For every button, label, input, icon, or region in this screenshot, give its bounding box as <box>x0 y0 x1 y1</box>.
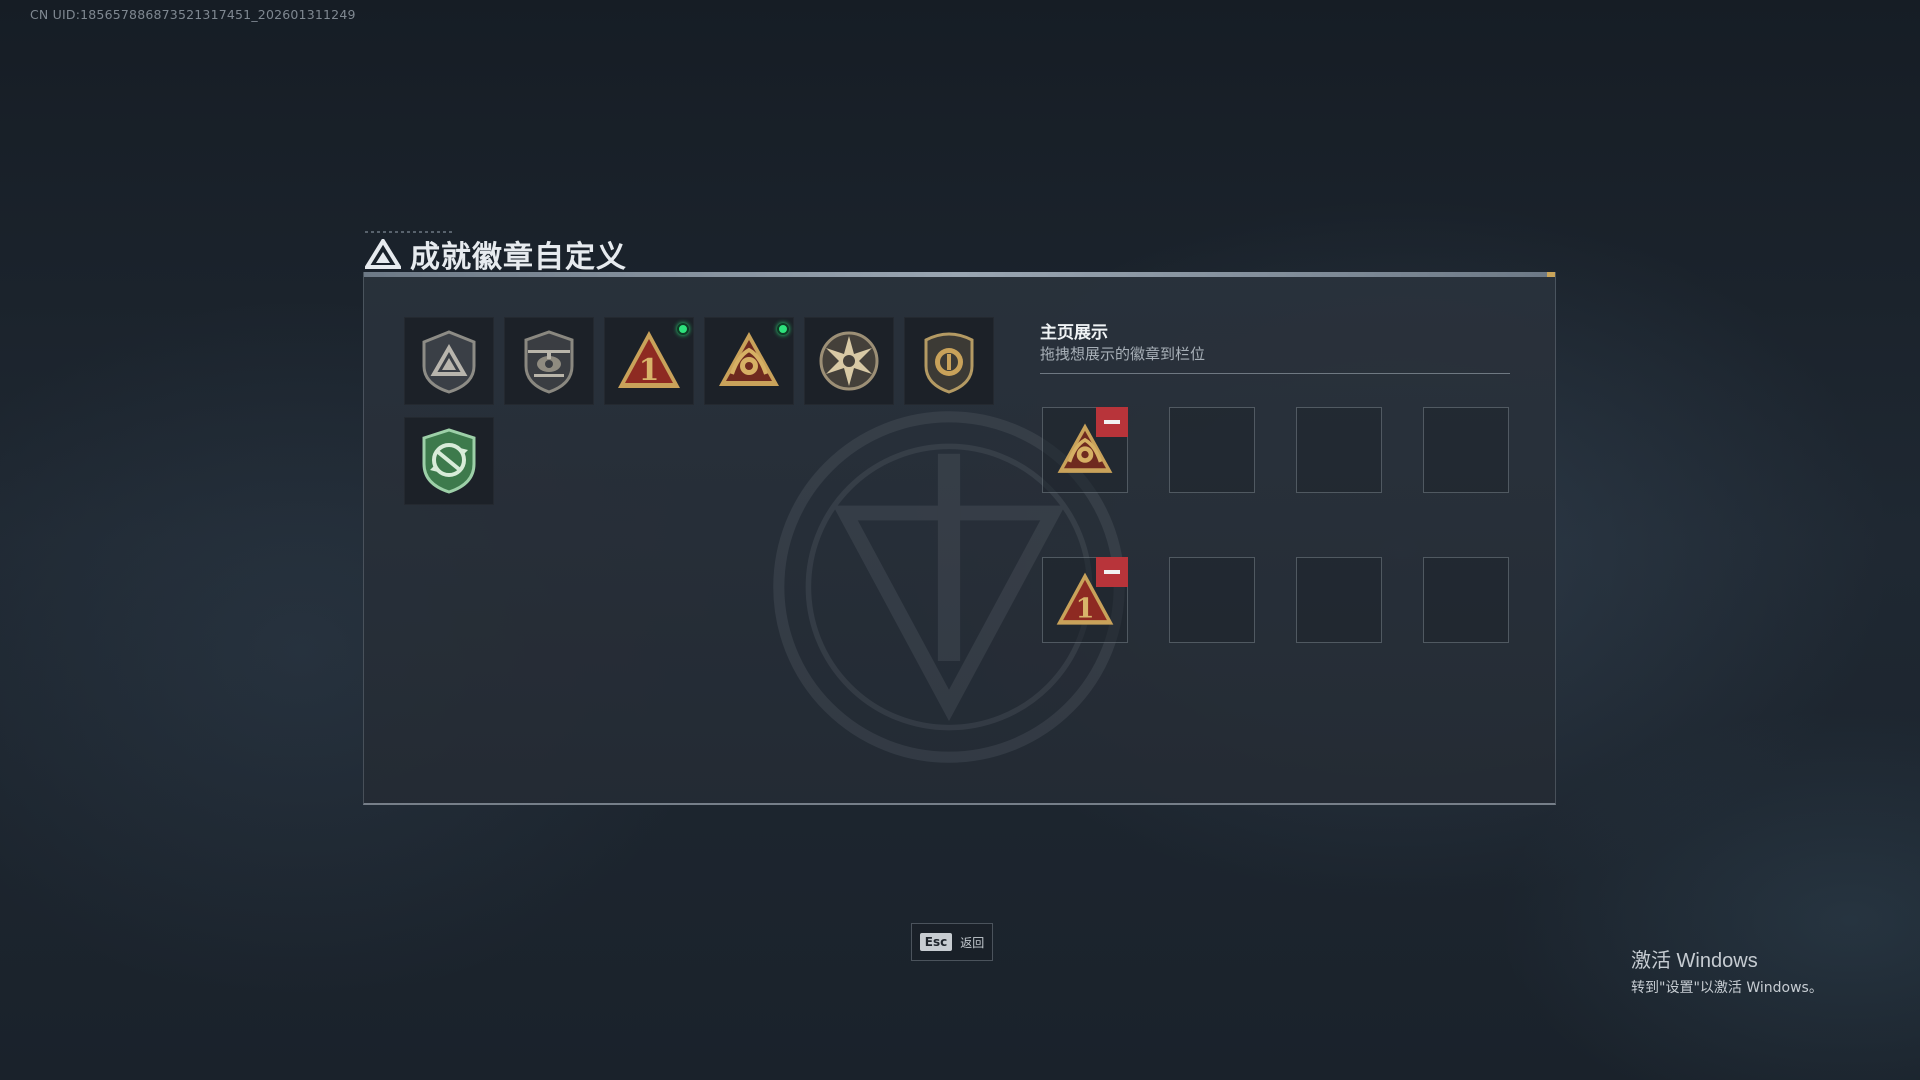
remove-badge-button[interactable] <box>1096 407 1128 437</box>
badge-tile-6[interactable] <box>904 317 994 405</box>
windows-activation-title: 激活 Windows <box>1631 950 1758 972</box>
page-title: 成就徽章自定义 <box>410 240 627 275</box>
badge-tile-2[interactable] <box>504 317 594 405</box>
crest-shield-badge-icon <box>924 332 974 394</box>
showcase-title: 主页展示 <box>1040 323 1108 343</box>
svg-text:1: 1 <box>1075 592 1094 624</box>
showcase-slot-1-4[interactable] <box>1423 407 1509 493</box>
uid-text: CN UID:185657886873521317451_20260131124… <box>30 7 356 22</box>
panel-top-bar <box>364 272 1555 277</box>
badge-panel: 1 主页展示 拖拽想展示的徽章到栏位 1 <box>363 272 1556 805</box>
badge-tile-1[interactable] <box>404 317 494 405</box>
page-title-bar: 成就徽章自定义 <box>365 231 627 276</box>
helicopter-badge-icon <box>524 330 574 394</box>
svg-text:1: 1 <box>639 353 660 388</box>
laurel-triangle-badge-icon <box>719 332 779 386</box>
showcase-slot-2-3[interactable] <box>1296 557 1382 643</box>
new-indicator-dot <box>777 323 789 335</box>
green-recycle-shield-badge-icon <box>422 428 476 494</box>
showcase-slot-1-3[interactable] <box>1296 407 1382 493</box>
number-one-triangle-badge-icon: 1 <box>618 331 680 388</box>
esc-back-button[interactable]: Esc 返回 <box>911 923 993 961</box>
esc-key-icon: Esc <box>919 933 953 951</box>
triangle-logo-icon <box>365 239 401 269</box>
title-decoration <box>365 231 455 233</box>
badge-tile-3[interactable]: 1 <box>604 317 694 405</box>
badge-tile-5[interactable] <box>804 317 894 405</box>
showcase-divider <box>1040 373 1510 374</box>
new-indicator-dot <box>677 323 689 335</box>
triangle-shield-badge-icon <box>422 330 476 394</box>
showcase-subtitle: 拖拽想展示的徽章到栏位 <box>1040 345 1206 363</box>
minus-icon <box>1104 570 1120 574</box>
star-burst-badge-icon <box>819 331 879 391</box>
showcase-slot-1-2[interactable] <box>1169 407 1255 493</box>
showcase-slot-2-4[interactable] <box>1423 557 1509 643</box>
minus-icon <box>1104 420 1120 424</box>
showcase-slot-2-2[interactable] <box>1169 557 1255 643</box>
showcase-slot-2-1[interactable]: 1 <box>1042 557 1128 643</box>
windows-activation-hint: 转到"设置"以激活 Windows。 <box>1631 980 1823 996</box>
esc-label: 返回 <box>960 935 985 950</box>
badge-tile-4[interactable] <box>704 317 794 405</box>
windows-activation-watermark: 激活 Windows 转到"设置"以激活 Windows。 <box>1631 944 1823 997</box>
badge-tile-7[interactable] <box>404 417 494 505</box>
remove-badge-button[interactable] <box>1096 557 1128 587</box>
showcase-slot-1-1[interactable] <box>1042 407 1128 493</box>
